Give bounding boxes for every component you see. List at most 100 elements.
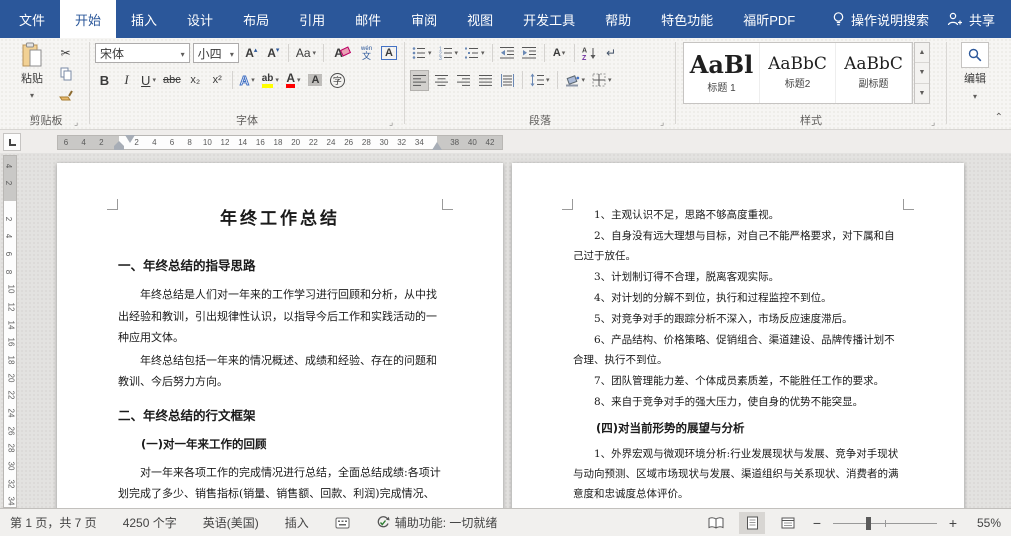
word-count[interactable]: 4250 个字 [123,514,177,531]
style-item-3[interactable]: AaBbC副标题 [836,43,912,103]
font-color-button[interactable]: A [284,70,303,91]
language-status[interactable]: 英语(美国) [203,514,259,531]
gallery-more-button[interactable]: ▼ [915,84,929,103]
menu-tab-9[interactable]: 视图 [452,0,508,38]
character-shading-icon: A [308,74,322,86]
web-layout-button[interactable] [775,512,801,534]
paragraph-dialog-launcher[interactable] [660,117,670,127]
zoom-slider-thumb[interactable] [866,517,871,530]
zoom-in-button[interactable]: + [947,515,959,531]
align-left-icon [413,74,426,87]
document-page-2[interactable]: 1、主观认识不足，思路不够高度重视。2、自身没有远大理想与目标，对自己不能严格要… [512,163,964,508]
align-left-button[interactable] [410,70,429,91]
character-shading-button[interactable]: A [306,70,325,91]
cut-button[interactable]: ✂ [56,44,75,61]
phonetic-guide-button[interactable]: wén 文 [357,43,376,64]
right-indent-marker[interactable] [432,142,442,150]
shading-button[interactable] [563,70,588,91]
menu-tab-1[interactable]: 文件 [4,0,60,38]
distributed-button[interactable] [498,70,517,91]
tell-me-search[interactable]: 操作说明搜索 [832,10,929,29]
svg-text:Z: Z [582,55,587,60]
ruler-number: 14 [238,137,247,149]
menu-tab-13[interactable]: 福昕PDF [728,0,810,38]
highlight-button[interactable]: ab [260,70,281,91]
sort-button[interactable]: AZ [580,43,599,64]
ruler-number: 4 [152,137,156,149]
search-icon [968,48,982,62]
justify-button[interactable] [476,70,495,91]
tell-me-label: 操作说明搜索 [851,10,929,29]
bullets-button[interactable] [410,43,434,64]
zoom-percentage[interactable]: 55% [969,516,1001,530]
line-spacing-button[interactable] [528,70,552,91]
grow-font-button[interactable]: A [242,43,261,64]
accessibility-status[interactable]: 辅助功能: 一切就绪 [376,514,498,531]
enclose-characters-button[interactable]: 字 [328,70,347,91]
menu-tab-12[interactable]: 特色功能 [646,0,728,38]
style-name: 副标题 [859,75,889,90]
increase-indent-button[interactable] [520,43,539,64]
ruler-number: 24 [4,409,16,418]
borders-button[interactable] [590,70,614,91]
macro-record-button[interactable] [335,517,350,529]
tab-stop-selector[interactable] [3,133,21,151]
text-effects-button[interactable]: A [238,70,257,91]
style-item-2[interactable]: AaBbC标题2 [760,43,836,103]
strikethrough-button[interactable]: abc [161,70,183,91]
gallery-scroll-up[interactable]: ▲ [915,43,929,63]
show-hide-marks-button[interactable]: ↵ [602,43,621,64]
align-right-button[interactable] [454,70,473,91]
document-canvas: 年终工作总结一、年终总结的指导思路年终总结是人们对一年来的工作学习进行回顾和分析… [0,153,1011,508]
editing-button[interactable]: 编辑 [956,42,994,102]
font-name-combo[interactable]: 宋体 [95,43,190,63]
styles-dialog-launcher[interactable] [931,117,941,127]
clear-formatting-button[interactable]: A [329,43,348,64]
insert-mode-status[interactable]: 插入 [285,514,309,531]
clipboard-dialog-launcher[interactable] [74,117,84,127]
zoom-slider[interactable] [833,512,937,534]
change-case-button[interactable]: Aa [294,43,318,64]
underline-button[interactable]: U [139,70,158,91]
style-gallery-scroll: ▲ ▼ ▼ [914,42,930,104]
increase-indent-icon [522,46,536,60]
font-dialog-launcher[interactable] [389,117,399,127]
collapse-ribbon-button[interactable] [995,112,1003,123]
copy-button[interactable] [56,65,75,82]
multilevel-list-button[interactable] [463,43,487,64]
superscript-button[interactable]: x² [208,70,227,91]
accessibility-label: 辅助功能: 一切就绪 [395,514,498,531]
menu-tab-7[interactable]: 邮件 [340,0,396,38]
print-layout-button[interactable] [739,512,765,534]
numbering-button[interactable]: 123 [437,43,461,64]
menu-tab-6[interactable]: 引用 [284,0,340,38]
menu-tab-8[interactable]: 审阅 [396,0,452,38]
doc-paragraph: 年终总结是人们对一年来的工作学习进行回顾和分析，从中找出经验和教训，引出规律性认… [118,284,442,349]
clipboard-icon [20,42,44,69]
style-item-1[interactable]: AaBl标题 1 [684,43,760,103]
document-page-1[interactable]: 年终工作总结一、年终总结的指导思路年终总结是人们对一年来的工作学习进行回顾和分析… [57,163,503,508]
read-mode-button[interactable] [703,512,729,534]
zoom-out-button[interactable]: − [811,515,823,531]
bold-button[interactable]: B [95,70,114,91]
shrink-font-button[interactable]: A [264,43,283,64]
format-painter-button[interactable] [56,86,75,103]
decrease-indent-button[interactable] [498,43,517,64]
paste-button[interactable]: 粘贴 [10,42,54,116]
page-indicator[interactable]: 第 1 页，共 7 页 [10,514,97,531]
align-center-button[interactable] [432,70,451,91]
asian-layout-button[interactable]: A [550,43,569,64]
share-button[interactable]: 共享 [947,10,995,29]
italic-button[interactable]: I [117,70,136,91]
character-border-button[interactable]: A [379,43,399,64]
menu-tab-4[interactable]: 设计 [172,0,228,38]
subscript-button[interactable]: x₂ [186,70,205,91]
menu-tab-11[interactable]: 帮助 [590,0,646,38]
menu-tab-2[interactable]: 开始 [60,0,116,38]
font-size-combo[interactable]: 小四 [193,43,239,63]
menu-tab-5[interactable]: 布局 [228,0,284,38]
menu-tab-10[interactable]: 开发工具 [508,0,590,38]
left-indent-marker[interactable] [114,146,124,150]
gallery-scroll-down[interactable]: ▼ [915,63,929,83]
menu-tab-3[interactable]: 插入 [116,0,172,38]
